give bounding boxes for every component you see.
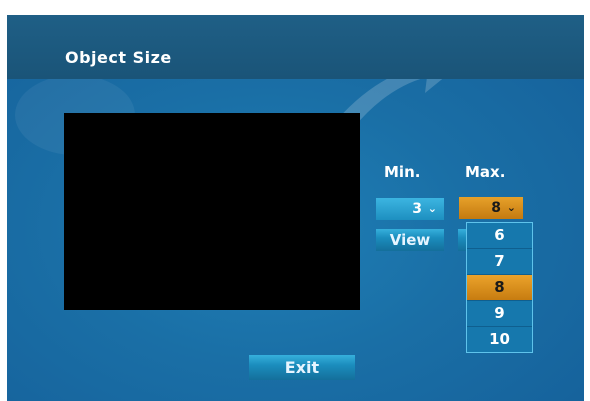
dialog-header: Object Size xyxy=(7,15,584,79)
min-dropdown-value: 3 xyxy=(412,201,422,217)
max-option-9[interactable]: 9 xyxy=(467,301,532,327)
max-label: Max. xyxy=(465,163,506,181)
chevron-down-icon: ⌄ xyxy=(427,202,437,215)
view-button[interactable]: View xyxy=(376,229,444,251)
object-size-dialog: Object Size Min. Max. 3 ⌄ 8 ⌄ View 6 7 8… xyxy=(7,15,584,401)
min-dropdown[interactable]: 3 ⌄ xyxy=(376,198,444,220)
max-options-list: 6 7 8 9 10 xyxy=(466,222,533,353)
exit-button[interactable]: Exit xyxy=(249,355,355,380)
chevron-down-icon: ⌄ xyxy=(506,201,516,214)
dialog-title: Object Size xyxy=(65,48,172,67)
max-option-10[interactable]: 10 xyxy=(467,327,532,352)
max-option-7[interactable]: 7 xyxy=(467,249,532,275)
preview-area xyxy=(64,113,360,310)
max-dropdown-value: 8 xyxy=(491,200,501,216)
min-label: Min. xyxy=(384,163,421,181)
max-dropdown[interactable]: 8 ⌄ xyxy=(459,197,523,219)
max-option-8[interactable]: 8 xyxy=(467,275,532,301)
max-option-6[interactable]: 6 xyxy=(467,223,532,249)
